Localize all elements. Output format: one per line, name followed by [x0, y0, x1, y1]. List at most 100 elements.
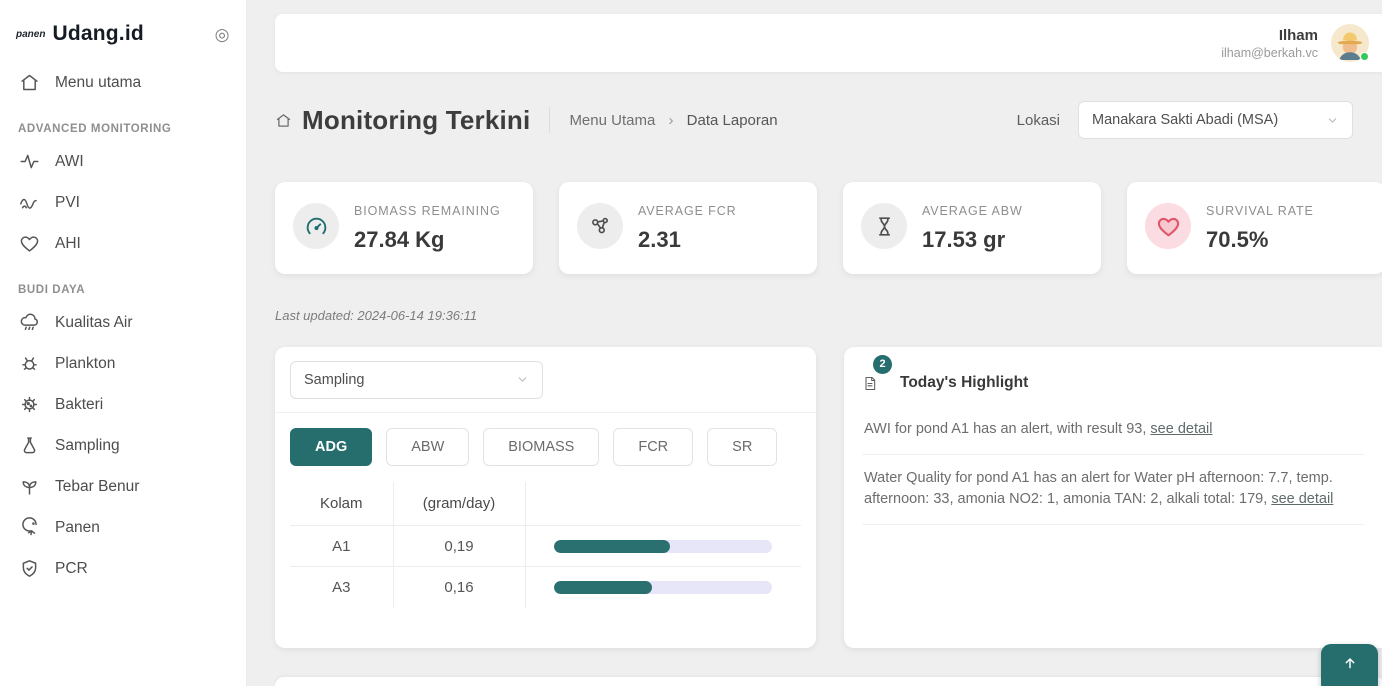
seedling-icon — [19, 476, 40, 497]
page-title: Monitoring Terkini — [302, 105, 530, 136]
last-updated-text: Last updated: 2024-06-14 19:36:11 — [275, 308, 1382, 323]
cell-value: 0,16 — [393, 567, 525, 608]
stats-row: BIOMASS REMAINING 27.84 Kg AVERAGE FCR 2… — [275, 182, 1382, 274]
content-row: Sampling ADG ABW BIOMASS FCR SR — [275, 347, 1382, 648]
cloud-rain-icon — [19, 312, 40, 333]
user-email: ilham@berkah.vc — [1221, 46, 1318, 60]
sidebar-item-tebar-benur[interactable]: Tebar Benur — [0, 466, 247, 507]
tab-sr[interactable]: SR — [707, 428, 777, 466]
sidebar-item-label: PCR — [55, 560, 88, 578]
stat-value: 2.31 — [638, 227, 737, 253]
sidebar-item-plankton[interactable]: Plankton — [0, 343, 247, 384]
home-small-icon — [275, 112, 292, 129]
stat-card-abw: AVERAGE ABW 17.53 gr — [843, 182, 1101, 274]
sidebar-item-awi[interactable]: AWI — [0, 141, 247, 182]
sidebar-item-label: AWI — [55, 153, 84, 171]
avatar[interactable] — [1331, 24, 1369, 62]
title-divider — [549, 107, 550, 133]
sampling-panel: Sampling ADG ABW BIOMASS FCR SR — [275, 347, 816, 648]
cell-kolam: A1 — [290, 526, 393, 567]
stat-label: BIOMASS REMAINING — [354, 203, 501, 220]
topbar: Ilham ilham@berkah.vc — [275, 14, 1382, 72]
highlight-item: Water Quality for pond A1 has an alert f… — [862, 455, 1365, 525]
sidebar-item-label: Kualitas Air — [55, 314, 133, 332]
home-icon — [19, 72, 40, 93]
main-content: Ilham ilham@berkah.vc Monitori — [247, 0, 1382, 686]
progress-fill — [554, 581, 652, 594]
progress-fill — [554, 540, 670, 553]
document-icon — [862, 374, 878, 393]
see-detail-link[interactable]: see detail — [1150, 421, 1212, 437]
tab-adg[interactable]: ADG — [290, 428, 372, 466]
sidebar-item-label: Bakteri — [55, 396, 103, 414]
table-row: A3 0,16 — [290, 567, 801, 608]
highlight-text: Water Quality for pond A1 has an alert f… — [864, 470, 1333, 507]
online-status-dot — [1360, 52, 1369, 61]
brand-title: Udang.id — [52, 22, 143, 46]
next-card-edge — [275, 677, 1382, 686]
tab-biomass[interactable]: BIOMASS — [483, 428, 599, 466]
chevron-down-icon — [516, 373, 529, 386]
shrimp-icon — [19, 517, 40, 538]
breadcrumb-current: Data Laporan — [687, 112, 778, 129]
see-detail-link[interactable]: see detail — [1271, 491, 1333, 507]
breadcrumb: Menu Utama › Data Laporan — [569, 112, 777, 129]
plankton-icon — [19, 353, 40, 374]
stat-value: 27.84 Kg — [354, 227, 501, 253]
cell-kolam: A3 — [290, 567, 393, 608]
sampling-select[interactable]: Sampling — [290, 361, 543, 399]
sidebar-item-menu-utama[interactable]: Menu utama — [0, 62, 247, 103]
lokasi-group: Lokasi Manakara Sakti Abadi (MSA) — [1017, 101, 1353, 139]
stat-value: 17.53 gr — [922, 227, 1023, 253]
lokasi-select[interactable]: Manakara Sakti Abadi (MSA) — [1078, 101, 1353, 139]
sidebar-item-ahi[interactable]: AHI — [0, 223, 247, 264]
sidebar-item-label: PVI — [55, 194, 80, 212]
cell-bar — [525, 526, 801, 567]
progress-track — [554, 540, 772, 553]
cell-value: 0,19 — [393, 526, 525, 567]
activity-icon — [19, 151, 40, 172]
arrow-up-icon — [1342, 655, 1358, 671]
sidebar-item-label: AHI — [55, 235, 81, 253]
sidebar-section-advanced: ADVANCED MONITORING — [0, 103, 247, 141]
heart-icon — [1145, 203, 1191, 249]
highlight-header: 2 Today's Highlight — [862, 363, 1365, 406]
cell-bar — [525, 567, 801, 608]
sidebar-collapse-icon[interactable]: ◎ — [211, 23, 233, 45]
molecule-icon — [577, 203, 623, 249]
stat-card-survival-rate: SURVIVAL RATE 70.5% — [1127, 182, 1382, 274]
sidebar-item-label: Sampling — [55, 437, 120, 455]
table-row: A1 0,19 — [290, 526, 801, 567]
stat-card-biomass: BIOMASS REMAINING 27.84 Kg — [275, 182, 533, 274]
sidebar-header: panen Udang.id ◎ — [0, 0, 247, 62]
sidebar-item-pvi[interactable]: PVI — [0, 182, 247, 223]
brand-mark: panen — [16, 29, 45, 40]
heart-icon — [19, 233, 40, 254]
tab-abw[interactable]: ABW — [386, 428, 469, 466]
sidebar-item-label: Menu utama — [55, 74, 141, 92]
table-header-row: Kolam (gram/day) — [290, 482, 801, 526]
shield-icon — [19, 558, 40, 579]
sidebar-item-panen[interactable]: Panen — [0, 507, 247, 548]
stat-label: AVERAGE ABW — [922, 203, 1023, 220]
tab-fcr[interactable]: FCR — [613, 428, 693, 466]
highlight-count-badge: 2 — [873, 355, 892, 374]
sidebar-item-sampling[interactable]: Sampling — [0, 425, 247, 466]
sidebar-item-pcr[interactable]: PCR — [0, 548, 247, 589]
lokasi-selected-value: Manakara Sakti Abadi (MSA) — [1092, 112, 1278, 128]
sidebar-item-bakteri[interactable]: Bakteri — [0, 384, 247, 425]
hourglass-icon — [861, 203, 907, 249]
sampling-selected-value: Sampling — [304, 372, 364, 388]
sidebar-item-label: Plankton — [55, 355, 115, 373]
sidebar-item-kualitas-air[interactable]: Kualitas Air — [0, 302, 247, 343]
highlight-item: AWI for pond A1 has an alert, with resul… — [862, 406, 1365, 455]
flask-icon — [19, 435, 40, 456]
bacteria-icon — [19, 394, 40, 415]
stat-label: AVERAGE FCR — [638, 203, 737, 220]
breadcrumb-home[interactable]: Menu Utama — [569, 112, 655, 129]
column-header-gram-day: (gram/day) — [393, 482, 525, 526]
user-info: Ilham ilham@berkah.vc — [1221, 27, 1318, 60]
sidebar-item-label: Panen — [55, 519, 100, 537]
scroll-to-top-button[interactable] — [1321, 644, 1378, 686]
stat-value: 70.5% — [1206, 227, 1314, 253]
